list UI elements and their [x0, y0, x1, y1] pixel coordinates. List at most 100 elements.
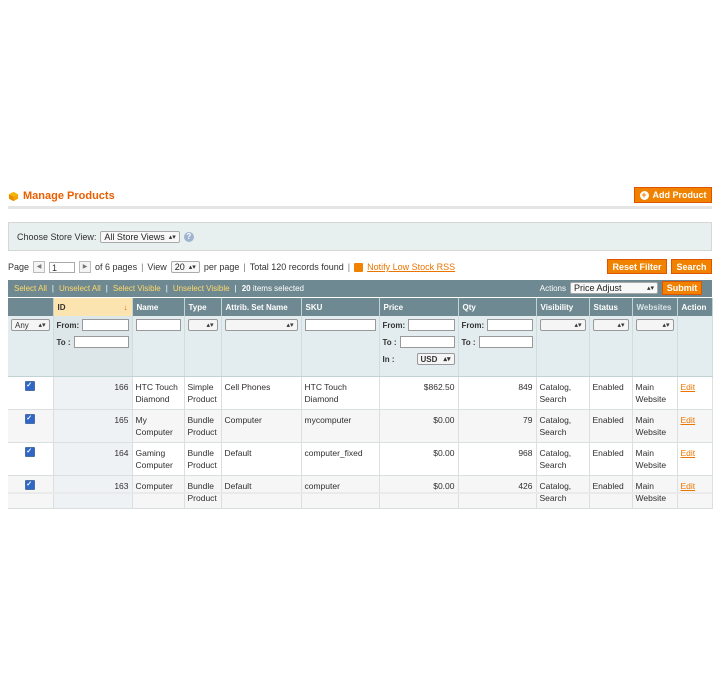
sort-desc-icon: ↓	[123, 302, 128, 312]
separator: |	[347, 262, 351, 272]
row-edit-link[interactable]: Edit	[681, 448, 696, 458]
col-price[interactable]: Price	[379, 298, 459, 316]
page-header: Manage Products	[8, 190, 115, 202]
submit-button[interactable]: Submit	[662, 281, 702, 295]
row-attrib-set-cell: Computer	[221, 409, 302, 443]
products-grid: ID ↓ Name Type Attrib. Set Name SKU Price…	[8, 298, 713, 509]
col-attrib-set[interactable]: Attrib. Set Name	[221, 298, 302, 316]
status-filter-select[interactable]: ▴▾	[592, 319, 629, 331]
row-name-cell: Gaming Computer	[132, 442, 185, 476]
row-id-cell: 166	[53, 376, 133, 410]
row-attrib-set-cell: Cell Phones	[221, 376, 302, 410]
row-id-cell: 164	[53, 442, 133, 476]
table-row[interactable]: 164 Gaming Computer Bundle Product Default c…	[8, 442, 713, 476]
filter-name	[132, 316, 185, 377]
store-switcher-label: Choose Store View:	[17, 231, 97, 242]
col-qty[interactable]: Qty	[458, 298, 537, 316]
per-page-label: per page	[203, 262, 240, 272]
prev-page-icon[interactable]: ◀	[33, 261, 46, 273]
store-switcher: Choose Store View: All Store Views ▴▾ ?	[8, 222, 712, 251]
row-websites-cell: Main Website	[632, 442, 678, 476]
select-all-link[interactable]: Select All	[14, 284, 47, 293]
search-button[interactable]: Search	[671, 259, 712, 274]
to-label: To :	[56, 337, 71, 347]
any-value: Any	[15, 320, 29, 330]
filter-action	[677, 316, 713, 377]
attrib-set-filter-select[interactable]: ▴▾	[224, 319, 298, 331]
rss-icon	[354, 262, 364, 272]
row-checkbox[interactable]	[25, 446, 36, 458]
actions-select[interactable]: Price Adjust ▴▾	[570, 282, 658, 294]
row-checkbox-cell	[8, 409, 54, 443]
type-filter-select[interactable]: ▴▾	[187, 319, 218, 331]
row-type: Simple Product	[187, 382, 217, 404]
from-label: From:	[56, 320, 80, 330]
currency-select[interactable]: USD ▴▾	[416, 353, 455, 365]
row-attrib-set: Default	[224, 481, 252, 491]
col-id[interactable]: ID ↓	[53, 298, 133, 316]
name-filter-input[interactable]	[135, 319, 181, 331]
unselect-visible-link[interactable]: Unselect Visible	[173, 284, 230, 293]
qty-to-input[interactable]	[478, 336, 533, 348]
row-edit-link[interactable]: Edit	[681, 415, 696, 425]
unselect-all-link[interactable]: Unselect All	[59, 284, 101, 293]
col-websites[interactable]: Websites	[632, 298, 678, 316]
row-visibility: Catalog, Search	[539, 382, 572, 404]
col-name[interactable]: Name	[132, 298, 185, 316]
row-checkbox[interactable]	[25, 413, 36, 425]
row-type-cell: Bundle Product	[184, 442, 222, 476]
sku-filter-input[interactable]	[304, 319, 376, 331]
row-status: Enabled	[592, 415, 624, 425]
table-row[interactable]: 165 My Computer Bundle Product Computer myco…	[8, 409, 713, 443]
next-page-icon[interactable]: ▶	[79, 261, 92, 273]
separator: |	[105, 284, 108, 293]
row-attrib-set-cell: Default	[221, 442, 302, 476]
visibility-filter-select[interactable]: ▴▾	[539, 319, 586, 331]
per-page-select[interactable]: 20 ▴▾	[170, 261, 200, 273]
pager: Page ◀ 1 ▶ of 6 pages | View 20 ▴▾ per p…	[8, 260, 455, 274]
id-from-input[interactable]	[82, 319, 129, 331]
help-icon[interactable]: ?	[183, 231, 194, 242]
row-attrib-set: Default	[224, 448, 252, 458]
filter-id: From: To :	[53, 316, 133, 377]
filter-id-to: To :	[57, 336, 129, 348]
row-checkbox[interactable]	[25, 380, 36, 392]
page-input[interactable]: 1	[49, 261, 76, 273]
price-from-input[interactable]	[408, 319, 455, 331]
col-status[interactable]: Status	[589, 298, 633, 316]
separator: |	[234, 284, 237, 293]
actions-value: Price Adjust	[574, 283, 622, 293]
row-name: Computer	[135, 481, 173, 491]
col-id-label: ID	[57, 302, 66, 312]
row-edit-link-cell: Edit	[677, 442, 713, 476]
col-sku[interactable]: SKU	[301, 298, 380, 316]
row-checkbox[interactable]	[25, 479, 36, 491]
row-visibility-cell: Catalog, Search	[536, 376, 590, 410]
row-qty-cell: 79	[458, 409, 537, 443]
select-visible-link[interactable]: Select Visible	[113, 284, 161, 293]
row-price-cell: $862.50	[379, 376, 459, 410]
price-to-input[interactable]	[399, 336, 455, 348]
reset-filter-button[interactable]: Reset Filter	[607, 259, 667, 274]
in-label: In :	[382, 354, 395, 364]
low-stock-rss-link[interactable]: Notify Low Stock RSS	[367, 262, 455, 272]
row-id: 166	[114, 382, 129, 392]
any-select[interactable]: Any ▴▾	[11, 319, 50, 331]
add-product-button[interactable]: + Add Product	[634, 187, 712, 203]
row-name: Gaming Computer	[135, 448, 173, 470]
filter-row: Any ▴▾ From: To : ▴▾ ▴▾ From: To : In : US…	[8, 316, 713, 377]
store-view-select[interactable]: All Store Views ▴▾	[100, 230, 180, 243]
id-to-input[interactable]	[73, 336, 129, 348]
row-price-cell: $0.00	[379, 442, 459, 476]
row-price: $0.00	[433, 481, 455, 491]
col-visibility[interactable]: Visibility	[536, 298, 590, 316]
row-edit-link[interactable]: Edit	[681, 481, 696, 491]
row-status-cell: Enabled	[589, 442, 633, 476]
plus-icon: +	[639, 189, 649, 200]
table-row[interactable]: 166 HTC Touch Diamond Simple Product Cell P…	[8, 376, 713, 410]
col-type[interactable]: Type	[184, 298, 222, 316]
from-label: From:	[382, 320, 406, 330]
qty-from-input[interactable]	[487, 319, 533, 331]
websites-filter-select[interactable]: ▴▾	[635, 319, 674, 331]
row-edit-link[interactable]: Edit	[681, 382, 696, 392]
